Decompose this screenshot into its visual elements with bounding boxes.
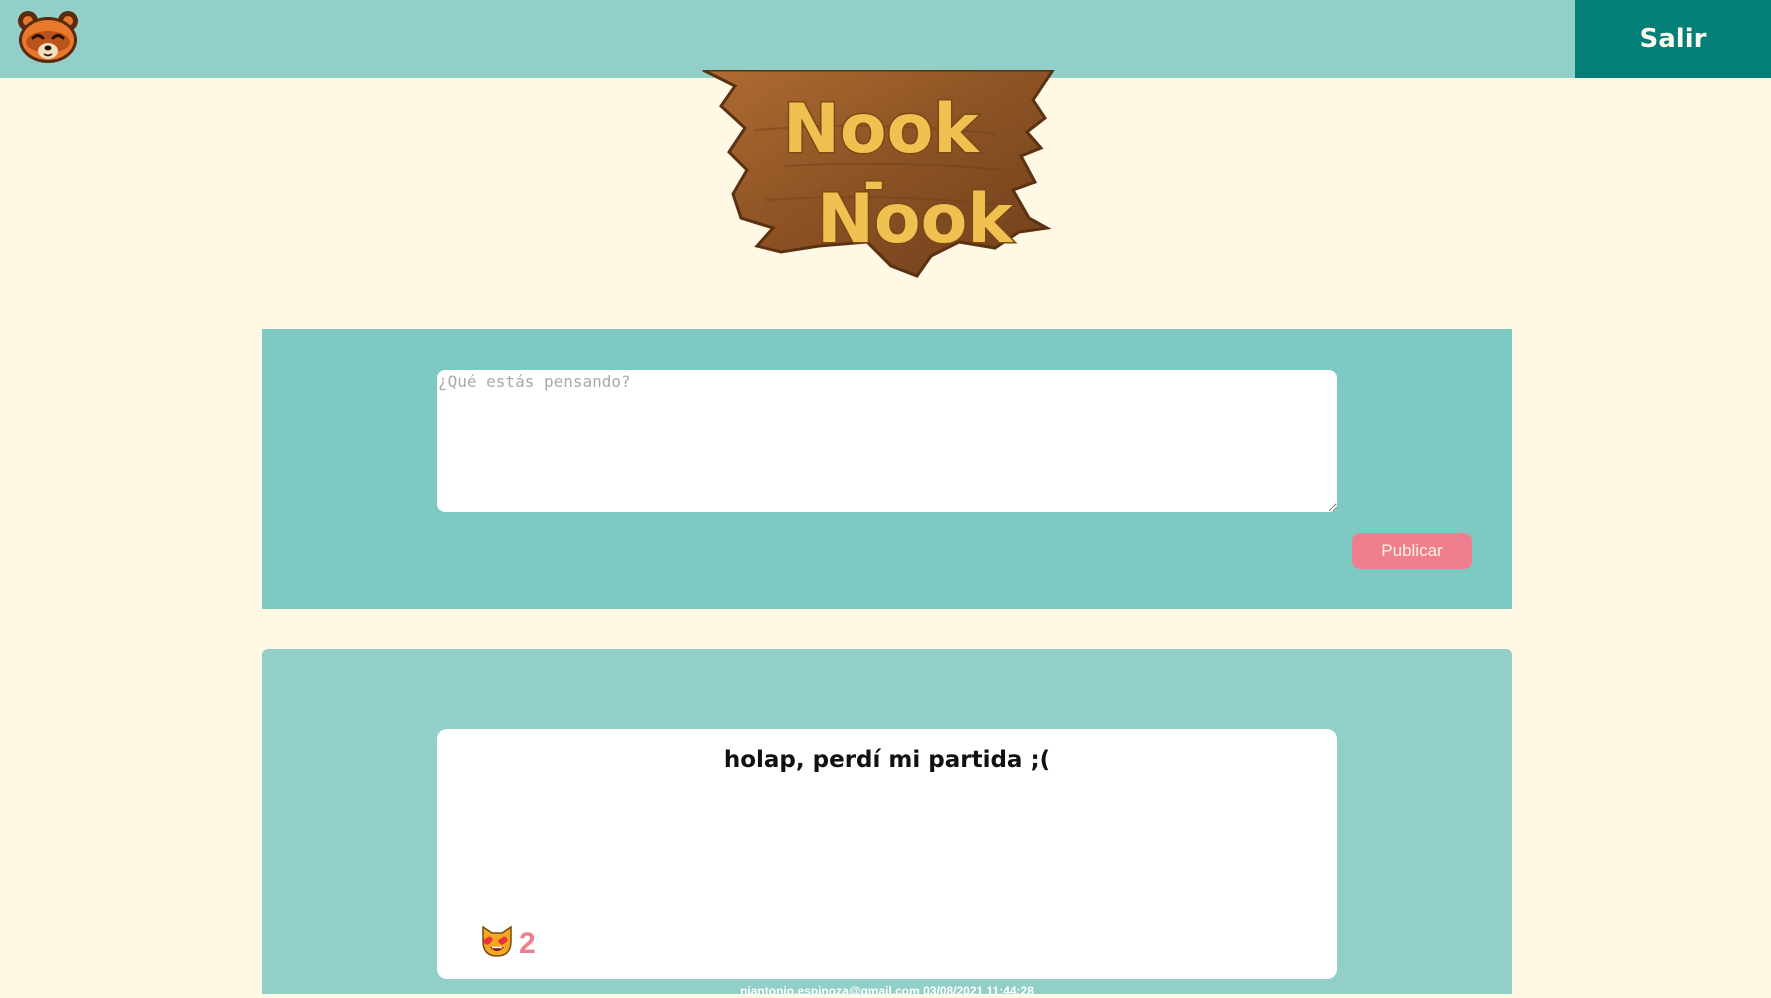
reaction-button[interactable]: 2: [479, 923, 536, 964]
post-text: holap, perdí mi partida ;(: [723, 747, 1051, 773]
post-card: holap, perdí mi partida ;( 2: [437, 729, 1337, 979]
heart-eyes-cat-icon: [479, 923, 515, 964]
post-composer: Publicar: [262, 329, 1512, 609]
logout-button[interactable]: Salir: [1575, 0, 1771, 78]
brand-word-2: Nook: [817, 180, 1014, 259]
top-navbar: Salir: [0, 0, 1771, 78]
post-meta: niantonio.espinoza@gmail.com 03/08/2021 …: [740, 984, 1034, 998]
publish-button[interactable]: Publicar: [1352, 533, 1472, 569]
nook-nook-logo: Nook - Nook: [695, 68, 1065, 285]
tanuki-face-icon[interactable]: [16, 8, 80, 64]
posts-feed: holap, perdí mi partida ;( 2 niantonio.e…: [262, 649, 1512, 998]
reaction-count: 2: [519, 926, 536, 960]
post-input[interactable]: [437, 370, 1337, 512]
